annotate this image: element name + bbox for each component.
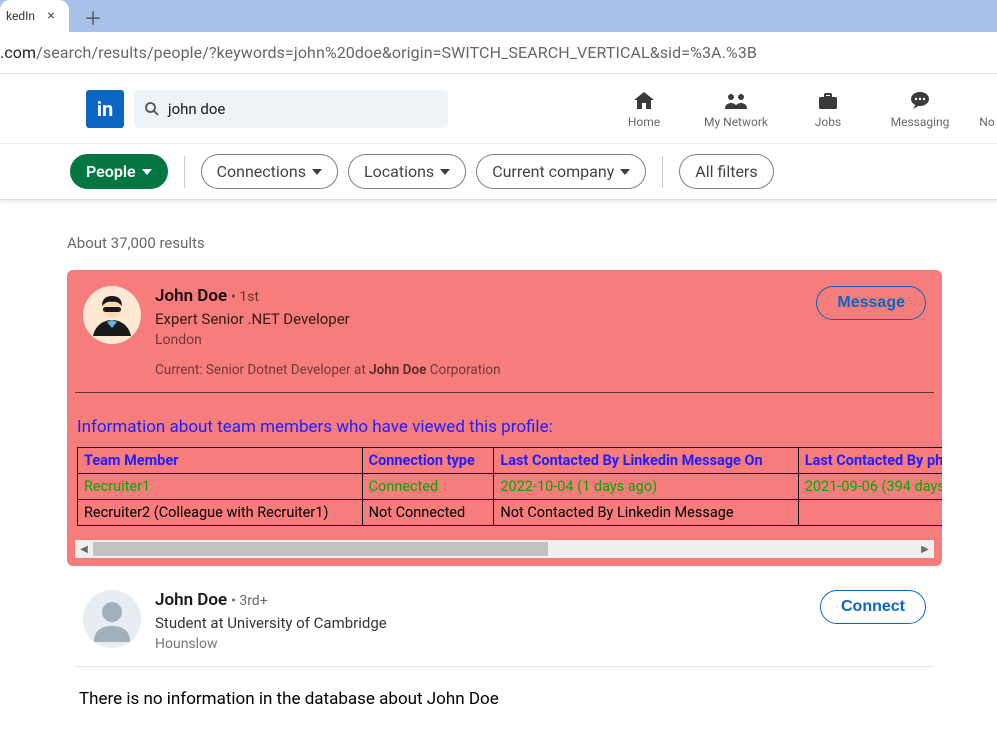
message-button[interactable]: Message <box>816 286 926 320</box>
nav-notifications-partial[interactable]: No <box>977 89 997 129</box>
filter-locations[interactable]: Locations <box>348 154 466 189</box>
connection-degree: • 3rd+ <box>231 593 268 609</box>
nav-messaging[interactable]: Messaging <box>885 89 955 129</box>
result-card-highlighted: John Doe • 1st Expert Senior .NET Develo… <box>67 270 942 566</box>
chevron-down-icon <box>620 169 630 175</box>
connect-button[interactable]: Connect <box>820 590 926 624</box>
linkedin-logo[interactable]: in <box>86 90 124 128</box>
avatar[interactable] <box>83 590 141 648</box>
scrollbar-track[interactable] <box>548 542 916 556</box>
th-phone: Last Contacted By phone On <box>798 448 942 474</box>
table-row: Recruiter2 (Colleague with Recruiter1) N… <box>78 500 943 526</box>
filter-current-company[interactable]: Current company <box>476 154 646 189</box>
url-bar[interactable]: .com/search/results/people/?keywords=joh… <box>0 32 997 74</box>
th-connection: Connection type <box>362 448 494 474</box>
nav-network[interactable]: My Network <box>701 89 771 129</box>
chevron-down-icon <box>440 169 450 175</box>
profile-location: Hounslow <box>155 636 806 652</box>
results-area: About 37,000 results John Doe • 1st Expe… <box>0 200 997 709</box>
profile-current: Current: Senior Dotnet Developer at John… <box>155 362 802 378</box>
profile-main: John Doe • 3rd+ Student at University of… <box>155 590 806 652</box>
nav-home[interactable]: Home <box>609 89 679 129</box>
scroll-right-icon[interactable]: ▶ <box>916 540 934 558</box>
chevron-down-icon <box>312 169 322 175</box>
linkedin-header: in john doe Home My Network Jobs <box>0 74 997 144</box>
nav-jobs[interactable]: Jobs <box>793 89 863 129</box>
profile-location: London <box>155 332 802 348</box>
no-database-info: There is no information in the database … <box>67 667 942 709</box>
close-tab-icon[interactable]: × <box>43 8 59 24</box>
connection-degree: • 1st <box>231 289 259 305</box>
divider <box>662 156 663 188</box>
search-value: john doe <box>168 100 225 118</box>
profile-headline: Expert Senior .NET Developer <box>155 310 802 328</box>
filter-bar: People Connections Locations Current com… <box>0 144 997 200</box>
horizontal-scrollbar[interactable]: ◀ ▶ <box>75 540 934 558</box>
search-icon <box>144 101 160 117</box>
network-icon <box>724 89 748 113</box>
th-message: Last Contacted By Linkedin Message On <box>494 448 798 474</box>
team-members-table: Team Member Connection type Last Contact… <box>77 447 942 526</box>
profile-headline: Student at University of Cambridge <box>155 614 806 632</box>
result-card: John Doe • 3rd+ Student at University of… <box>67 574 942 709</box>
filter-people[interactable]: People <box>70 154 168 189</box>
briefcase-icon <box>816 89 840 113</box>
profile-main: John Doe • 1st Expert Senior .NET Develo… <box>155 286 802 378</box>
team-info-heading: Information about team members who have … <box>67 393 942 447</box>
home-icon <box>632 89 656 113</box>
profile-name-link[interactable]: John Doe <box>155 590 227 610</box>
scroll-left-icon[interactable]: ◀ <box>75 540 93 558</box>
search-input[interactable]: john doe <box>134 90 448 128</box>
browser-tabs: kedIn × ＋ <box>0 0 997 32</box>
table-header-row: Team Member Connection type Last Contact… <box>78 448 943 474</box>
tab-title: kedIn <box>6 9 35 23</box>
url-text: .com/search/results/people/?keywords=joh… <box>0 43 757 62</box>
browser-tab[interactable]: kedIn × <box>0 0 69 32</box>
results-count: About 37,000 results <box>67 234 997 252</box>
messaging-icon <box>908 89 932 113</box>
new-tab-button[interactable]: ＋ <box>79 4 107 32</box>
primary-nav: Home My Network Jobs Messaging No <box>609 74 997 143</box>
chevron-down-icon <box>142 169 152 175</box>
profile-name-link[interactable]: John Doe <box>155 286 227 306</box>
divider <box>184 156 185 188</box>
avatar[interactable] <box>83 286 141 344</box>
filter-connections[interactable]: Connections <box>201 154 338 189</box>
profile-row: John Doe • 3rd+ Student at University of… <box>67 574 942 666</box>
th-member: Team Member <box>78 448 363 474</box>
filter-all-filters[interactable]: All filters <box>679 154 773 189</box>
table-row: Recruiter1 Connected 2022-10-04 (1 days … <box>78 474 943 500</box>
profile-row: John Doe • 1st Expert Senior .NET Develo… <box>67 270 942 392</box>
scrollbar-thumb[interactable] <box>93 542 548 556</box>
